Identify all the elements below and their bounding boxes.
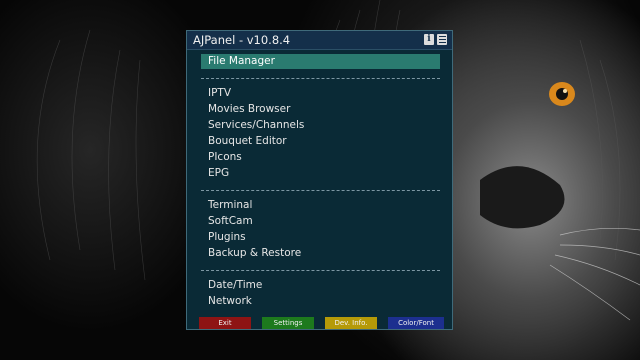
separator bbox=[201, 270, 440, 271]
window-title: AJPanel - v10.8.4 bbox=[193, 33, 291, 47]
red-key-exit-button[interactable]: Exit bbox=[199, 317, 251, 329]
menu-item-terminal[interactable]: Terminal bbox=[201, 198, 440, 213]
lion-nose bbox=[480, 166, 565, 229]
menu-item-softcam[interactable]: SoftCam bbox=[201, 214, 440, 229]
menu-item-services-channels[interactable]: Services/Channels bbox=[201, 118, 440, 133]
menu-item-network[interactable]: Network bbox=[201, 294, 440, 309]
ajpanel-window: AJPanel - v10.8.4 i File Manager IPTV Mo… bbox=[186, 30, 453, 330]
menu-item-bouquet-editor[interactable]: Bouquet Editor bbox=[201, 134, 440, 149]
separator bbox=[201, 190, 440, 191]
menu-item-epg[interactable]: EPG bbox=[201, 166, 440, 181]
separator bbox=[201, 78, 440, 79]
info-icon[interactable]: i bbox=[424, 34, 434, 45]
blue-key-color-font-button[interactable]: Color/Font bbox=[388, 317, 444, 329]
menu-item-date-time[interactable]: Date/Time bbox=[201, 278, 440, 293]
menu-item-movies-browser[interactable]: Movies Browser bbox=[201, 102, 440, 117]
menu-item-picons[interactable]: PIcons bbox=[201, 150, 440, 165]
menu-item-plugins[interactable]: Plugins bbox=[201, 230, 440, 245]
info-glyph: i bbox=[427, 34, 431, 44]
yellow-key-dev-info-button[interactable]: Dev. Info. bbox=[325, 317, 377, 329]
menu-item-file-manager[interactable]: File Manager bbox=[201, 54, 440, 69]
hamburger-menu-icon[interactable] bbox=[437, 34, 447, 45]
color-key-bar: Exit Settings Dev. Info. Color/Font bbox=[187, 317, 452, 329]
menu-item-iptv[interactable]: IPTV bbox=[201, 86, 440, 101]
green-key-settings-button[interactable]: Settings bbox=[262, 317, 314, 329]
menu-lines bbox=[438, 36, 446, 43]
menu-item-backup-restore[interactable]: Backup & Restore bbox=[201, 246, 440, 261]
title-bar: AJPanel - v10.8.4 i bbox=[187, 31, 452, 50]
